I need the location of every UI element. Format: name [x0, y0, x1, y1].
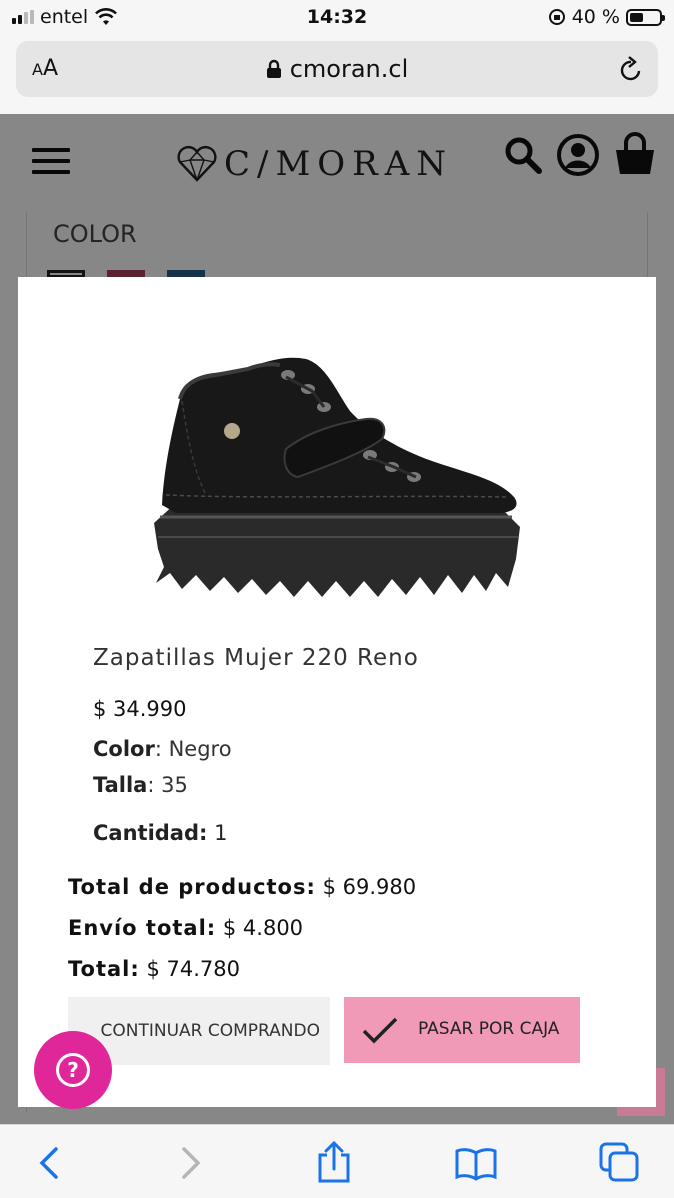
shipping-row: Envío total: $ 4.800	[68, 916, 303, 940]
checkout-button[interactable]: PASAR POR CAJA	[344, 997, 580, 1063]
url-display[interactable]: cmoran.cl	[16, 55, 658, 83]
total-label: Total:	[68, 957, 140, 981]
shoe-image	[154, 357, 520, 597]
size-attr-label: Talla	[93, 773, 148, 797]
color-attr-label: Color	[93, 737, 155, 761]
help-button[interactable]: ?	[34, 1031, 112, 1109]
product-price: $ 34.990	[93, 697, 187, 721]
status-right: 40 %	[548, 6, 665, 28]
total-value: $ 74.780	[146, 957, 240, 981]
reload-icon[interactable]	[618, 55, 644, 83]
share-icon[interactable]	[314, 1139, 354, 1185]
url-text: cmoran.cl	[289, 55, 409, 83]
subtotal-value: $ 69.980	[322, 875, 417, 899]
help-icon: ?	[56, 1053, 90, 1087]
lock-icon	[266, 59, 281, 78]
forward-icon[interactable]	[176, 1143, 204, 1183]
product-quantity: Cantidad: 1	[93, 821, 227, 845]
subtotal-label: Total de productos:	[68, 875, 316, 899]
product-color: Color: Negro	[93, 737, 232, 761]
battery-percent: 40 %	[571, 6, 620, 28]
product-name: Zapatillas Mujer 220 Reno	[93, 645, 419, 671]
color-attr-value: Negro	[168, 737, 232, 761]
shipping-value: $ 4.800	[222, 916, 304, 940]
back-icon[interactable]	[36, 1143, 64, 1183]
added-to-cart-modal: Zapatillas Mujer 220 Reno $ 34.990 Color…	[18, 277, 656, 1107]
size-attr-value: 35	[161, 773, 188, 797]
bookmarks-icon[interactable]	[454, 1145, 498, 1181]
shipping-label: Envío total:	[68, 916, 217, 940]
total-row: Total: $ 74.780	[68, 957, 240, 981]
status-bar: entel 14:32 40 %	[0, 0, 674, 36]
quantity-value: 1	[214, 821, 228, 845]
orientation-lock-icon	[548, 9, 565, 25]
subtotal-row: Total de productos: $ 69.980	[68, 875, 416, 899]
address-bar[interactable]: AA cmoran.cl	[16, 41, 658, 97]
tabs-icon[interactable]	[598, 1141, 640, 1183]
battery-icon	[626, 8, 665, 26]
check-icon	[362, 1017, 398, 1044]
product-size: Talla: 35	[93, 773, 188, 797]
product-image	[136, 291, 546, 625]
browser-toolbar	[0, 1124, 674, 1198]
quantity-label: Cantidad:	[93, 821, 208, 845]
checkout-button-label: PASAR POR CAJA	[418, 1019, 560, 1039]
